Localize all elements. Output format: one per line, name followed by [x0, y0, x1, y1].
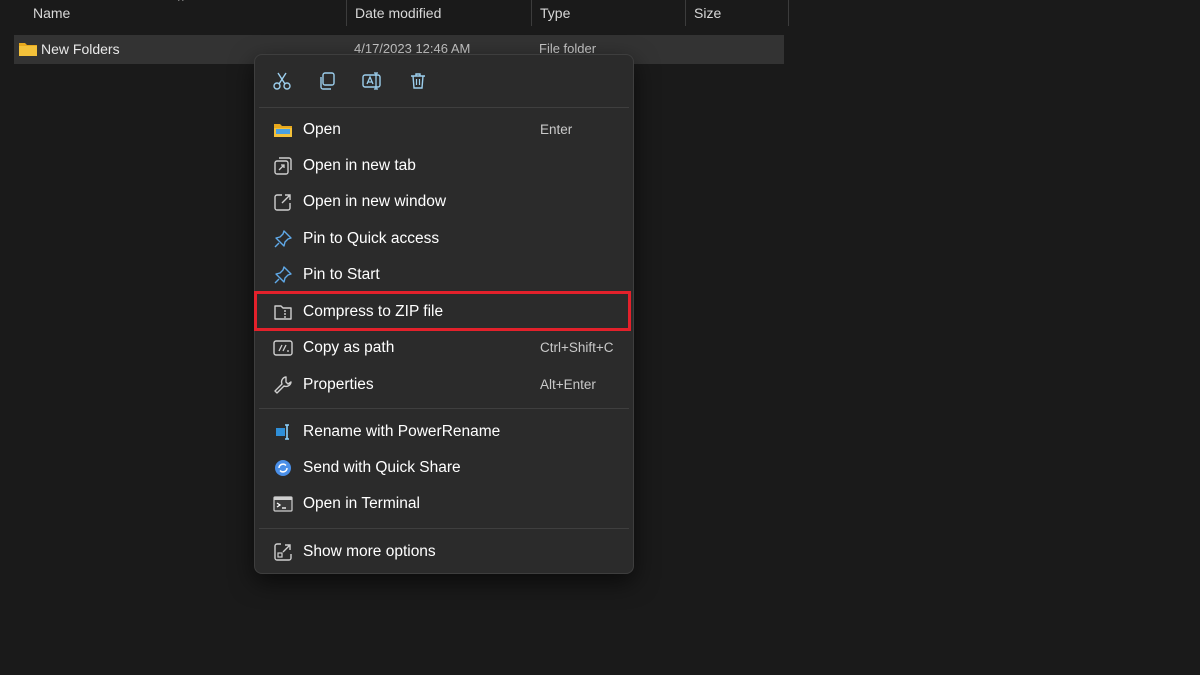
menu-item-label: Show more options	[303, 543, 436, 560]
menu-item-pin-to-start[interactable]: Pin to Start	[259, 258, 629, 292]
menu-item-label: Open in Terminal	[303, 495, 420, 512]
menu-separator	[259, 408, 629, 409]
menu-item-open-in-new-tab[interactable]: Open in new tab	[259, 149, 629, 183]
menu-item-open-in-terminal[interactable]: Open in Terminal	[259, 487, 629, 521]
menu-item-label: Pin to Quick access	[303, 230, 440, 247]
cut-button[interactable]	[269, 68, 295, 94]
folder-icon	[18, 40, 38, 58]
menu-separator	[259, 107, 629, 108]
terminal-icon	[273, 494, 293, 514]
menu-item-properties[interactable]: Properties Alt+Enter	[259, 368, 629, 402]
column-headers: Name ^ Date modified Type Size	[0, 0, 790, 26]
rename-button[interactable]	[359, 68, 385, 94]
menu-item-label: Open in new window	[303, 193, 447, 210]
new-window-icon	[273, 192, 293, 212]
menu-item-label: Copy as path	[303, 339, 395, 356]
menu-item-label: Send with Quick Share	[303, 459, 461, 476]
quick-actions-bar	[255, 55, 633, 107]
menu-item-open-in-new-window[interactable]: Open in new window	[259, 185, 629, 219]
file-explorer-window: Name ^ Date modified Type Size New Folde…	[0, 0, 1200, 675]
file-name: New Folders	[41, 41, 120, 57]
menu-item-open[interactable]: Open Enter	[259, 113, 629, 147]
rename-icon	[362, 72, 381, 90]
quick-share-icon	[273, 458, 293, 478]
delete-button[interactable]	[405, 68, 431, 94]
pin-icon	[273, 265, 293, 285]
folder-open-icon	[273, 120, 293, 140]
menu-separator	[259, 528, 629, 529]
menu-item-shortcut: Alt+Enter	[540, 377, 596, 392]
pin-icon	[273, 229, 293, 249]
menu-item-show-more-options[interactable]: Show more options	[259, 535, 629, 569]
column-header-type[interactable]: Type	[532, 0, 686, 26]
menu-item-send-with-quick-share[interactable]: Send with Quick Share	[259, 451, 629, 485]
menu-item-rename-with-powerrename[interactable]: Rename with PowerRename	[259, 415, 629, 449]
column-header-name[interactable]: Name	[25, 0, 347, 26]
scissors-icon	[273, 72, 291, 90]
menu-item-copy-as-path[interactable]: Copy as path Ctrl+Shift+C	[259, 331, 629, 365]
copy-icon	[320, 72, 335, 90]
menu-item-label: Open in new tab	[303, 157, 416, 174]
menu-item-label: Properties	[303, 376, 374, 393]
menu-item-label: Pin to Start	[303, 266, 380, 283]
menu-item-label: Open	[303, 121, 341, 138]
powerrename-icon	[273, 422, 293, 442]
menu-item-label: Rename with PowerRename	[303, 423, 501, 440]
highlight-box	[254, 291, 631, 331]
menu-item-shortcut: Ctrl+Shift+C	[540, 340, 614, 355]
column-header-size[interactable]: Size	[686, 0, 789, 26]
menu-item-shortcut: Enter	[540, 122, 573, 137]
copy-button[interactable]	[314, 68, 340, 94]
column-header-date-modified[interactable]: Date modified	[347, 0, 532, 26]
new-tab-icon	[273, 156, 293, 176]
trash-icon	[411, 73, 425, 89]
wrench-icon	[273, 375, 293, 395]
sort-caret-icon: ^	[178, 0, 184, 8]
copy-path-icon	[273, 338, 293, 358]
menu-item-pin-to-quick-access[interactable]: Pin to Quick access	[259, 222, 629, 256]
more-options-icon	[273, 542, 293, 562]
